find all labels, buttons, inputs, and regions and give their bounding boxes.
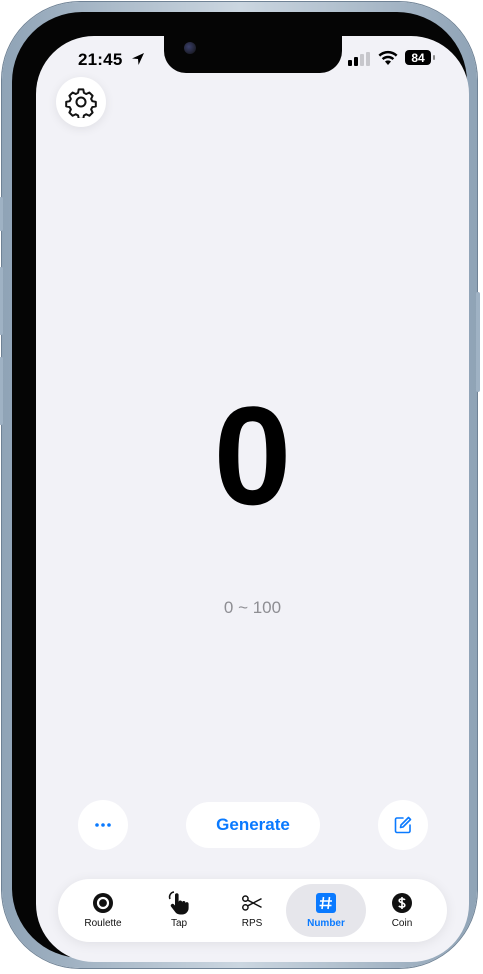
battery-indicator: 84 <box>405 50 431 65</box>
tab-label: RPS <box>241 918 263 929</box>
battery-cap <box>433 55 435 60</box>
tab-number[interactable]: Number <box>286 884 366 937</box>
status-time: 21:45 <box>78 50 123 69</box>
tab-label: Number <box>307 918 345 929</box>
edit-range-button[interactable] <box>378 800 428 850</box>
volume-up-button <box>0 267 3 335</box>
tab-rps[interactable]: RPS <box>212 884 292 937</box>
ellipsis-icon <box>95 823 111 827</box>
range-label: 0 ~ 100 <box>223 598 282 617</box>
volume-down-button <box>0 357 3 425</box>
tab-label: Roulette <box>84 918 122 929</box>
more-options-button[interactable] <box>78 800 128 850</box>
screen: 21:45 84 0 0 ~ 100 Generate Roulette Tap… <box>36 36 469 962</box>
tab-label: Tap <box>170 918 188 929</box>
dollar-coin-icon <box>391 892 413 914</box>
tab-label: Coin <box>391 918 413 929</box>
tab-coin[interactable]: Coin <box>362 884 442 937</box>
front-camera <box>184 42 196 54</box>
device-frame: 21:45 84 0 0 ~ 100 Generate Roulette Tap… <box>0 2 480 968</box>
settings-button[interactable] <box>56 77 106 127</box>
wifi-icon <box>378 50 398 65</box>
roulette-icon <box>92 892 114 914</box>
location-arrow-icon <box>132 53 144 65</box>
tab-roulette[interactable]: Roulette <box>63 884 143 937</box>
gear-icon <box>65 88 97 118</box>
hash-icon <box>315 892 337 914</box>
bezel: 21:45 84 0 0 ~ 100 Generate Roulette Tap… <box>12 12 469 962</box>
tab-bar: Roulette Tap RPS Number Coin <box>58 879 447 942</box>
hand-tap-icon <box>168 891 190 915</box>
random-number-display: 0 <box>213 377 292 534</box>
generate-button[interactable]: Generate <box>186 802 320 848</box>
scissors-icon <box>241 892 263 914</box>
silent-switch <box>0 197 3 231</box>
tab-tap[interactable]: Tap <box>139 884 219 937</box>
cellular-signal-icon <box>348 52 370 66</box>
power-button <box>476 292 480 392</box>
edit-icon <box>394 816 412 834</box>
